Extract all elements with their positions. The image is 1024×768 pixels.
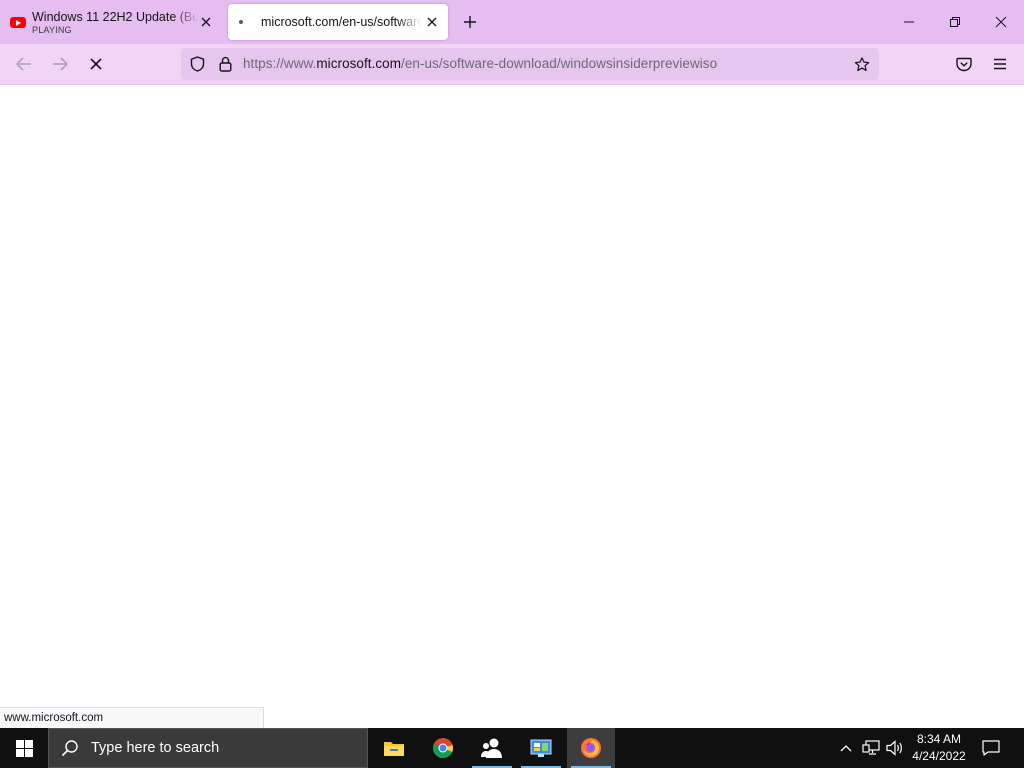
minimize-button[interactable] bbox=[891, 6, 927, 38]
notification-icon bbox=[982, 740, 1000, 756]
windows-logo-icon bbox=[15, 739, 33, 757]
clock-time: 8:34 AM bbox=[916, 732, 962, 746]
tab-title: Windows 11 22H2 Update (Build bbox=[32, 9, 198, 24]
taskbar-search-box[interactable]: Type here to search bbox=[48, 728, 368, 768]
control-panel-icon bbox=[530, 739, 552, 757]
tracking-protection-icon[interactable] bbox=[189, 56, 205, 72]
close-window-button[interactable] bbox=[983, 6, 1019, 38]
search-icon bbox=[61, 740, 78, 757]
taskbar-file-explorer[interactable] bbox=[370, 728, 418, 768]
close-tab-icon[interactable] bbox=[424, 14, 440, 30]
new-tab-button[interactable] bbox=[458, 10, 482, 34]
tab-microsoft[interactable]: microsoft.com/en-us/software-download bbox=[228, 4, 448, 40]
close-tab-icon[interactable] bbox=[198, 14, 214, 30]
pocket-icon bbox=[956, 57, 972, 71]
tab-label-group: Windows 11 22H2 Update (Build PLAYING bbox=[32, 9, 198, 35]
back-button[interactable] bbox=[10, 50, 38, 78]
action-center-button[interactable] bbox=[976, 728, 1006, 768]
minimize-icon bbox=[904, 21, 914, 23]
arrow-left-icon bbox=[16, 57, 31, 71]
tab-label-group: microsoft.com/en-us/software-download bbox=[261, 15, 421, 29]
lock-icon[interactable] bbox=[217, 56, 233, 72]
clock-date: 4/24/2022 bbox=[912, 749, 966, 763]
forward-button[interactable] bbox=[46, 50, 74, 78]
link-status-bar: www.microsoft.com bbox=[0, 707, 264, 728]
search-placeholder: Type here to search bbox=[91, 740, 220, 756]
menu-button[interactable] bbox=[986, 50, 1014, 78]
url-domain: microsoft.com bbox=[316, 56, 402, 71]
youtube-icon bbox=[10, 16, 26, 28]
pocket-button[interactable] bbox=[950, 50, 978, 78]
chrome-icon bbox=[432, 738, 453, 759]
taskbar-clock[interactable]: 8:34 AM 4/24/2022 bbox=[906, 731, 972, 765]
stop-loading-button[interactable] bbox=[82, 50, 110, 78]
taskbar-control-panel[interactable] bbox=[517, 728, 565, 768]
firefox-icon bbox=[581, 738, 601, 758]
arrow-right-icon bbox=[53, 57, 68, 71]
taskbar: Type here to search 8:34 AM 4/24/2022 bbox=[0, 728, 1024, 768]
volume-button[interactable] bbox=[884, 728, 906, 768]
stop-icon bbox=[90, 58, 102, 70]
network-button[interactable] bbox=[860, 728, 882, 768]
bookmark-star-icon[interactable] bbox=[854, 56, 870, 72]
address-bar[interactable]: https://www.microsoft.com/en-us/software… bbox=[181, 48, 879, 80]
url-text[interactable]: https://www.microsoft.com/en-us/software… bbox=[243, 56, 717, 71]
start-button[interactable] bbox=[0, 728, 48, 768]
restore-icon bbox=[950, 17, 960, 27]
close-icon bbox=[995, 16, 1007, 28]
url-scheme: https://www. bbox=[243, 56, 317, 71]
tab-strip: Windows 11 22H2 Update (Build PLAYING mi… bbox=[0, 0, 1024, 44]
hamburger-menu-icon bbox=[994, 58, 1006, 70]
plus-icon bbox=[464, 16, 476, 28]
url-path: /en-us/software-download/windowsinsiderp… bbox=[401, 56, 718, 71]
loading-icon bbox=[239, 20, 243, 24]
speaker-icon bbox=[886, 740, 902, 756]
people-icon bbox=[481, 738, 502, 758]
tab-youtube[interactable]: Windows 11 22H2 Update (Build PLAYING bbox=[0, 4, 222, 40]
tab-title: microsoft.com/en-us/software-download bbox=[261, 15, 421, 29]
restore-button[interactable] bbox=[937, 6, 973, 38]
taskbar-firefox[interactable] bbox=[567, 728, 615, 768]
chevron-up-icon bbox=[840, 745, 852, 752]
taskbar-people[interactable] bbox=[468, 728, 516, 768]
taskbar-chrome[interactable] bbox=[419, 728, 467, 768]
file-explorer-icon bbox=[384, 742, 404, 756]
show-hidden-icons-button[interactable] bbox=[836, 728, 856, 768]
network-icon bbox=[862, 740, 880, 755]
tab-playing-label: PLAYING bbox=[32, 24, 72, 35]
page-content bbox=[0, 85, 1024, 728]
navigation-toolbar: https://www.microsoft.com/en-us/software… bbox=[0, 44, 1024, 85]
